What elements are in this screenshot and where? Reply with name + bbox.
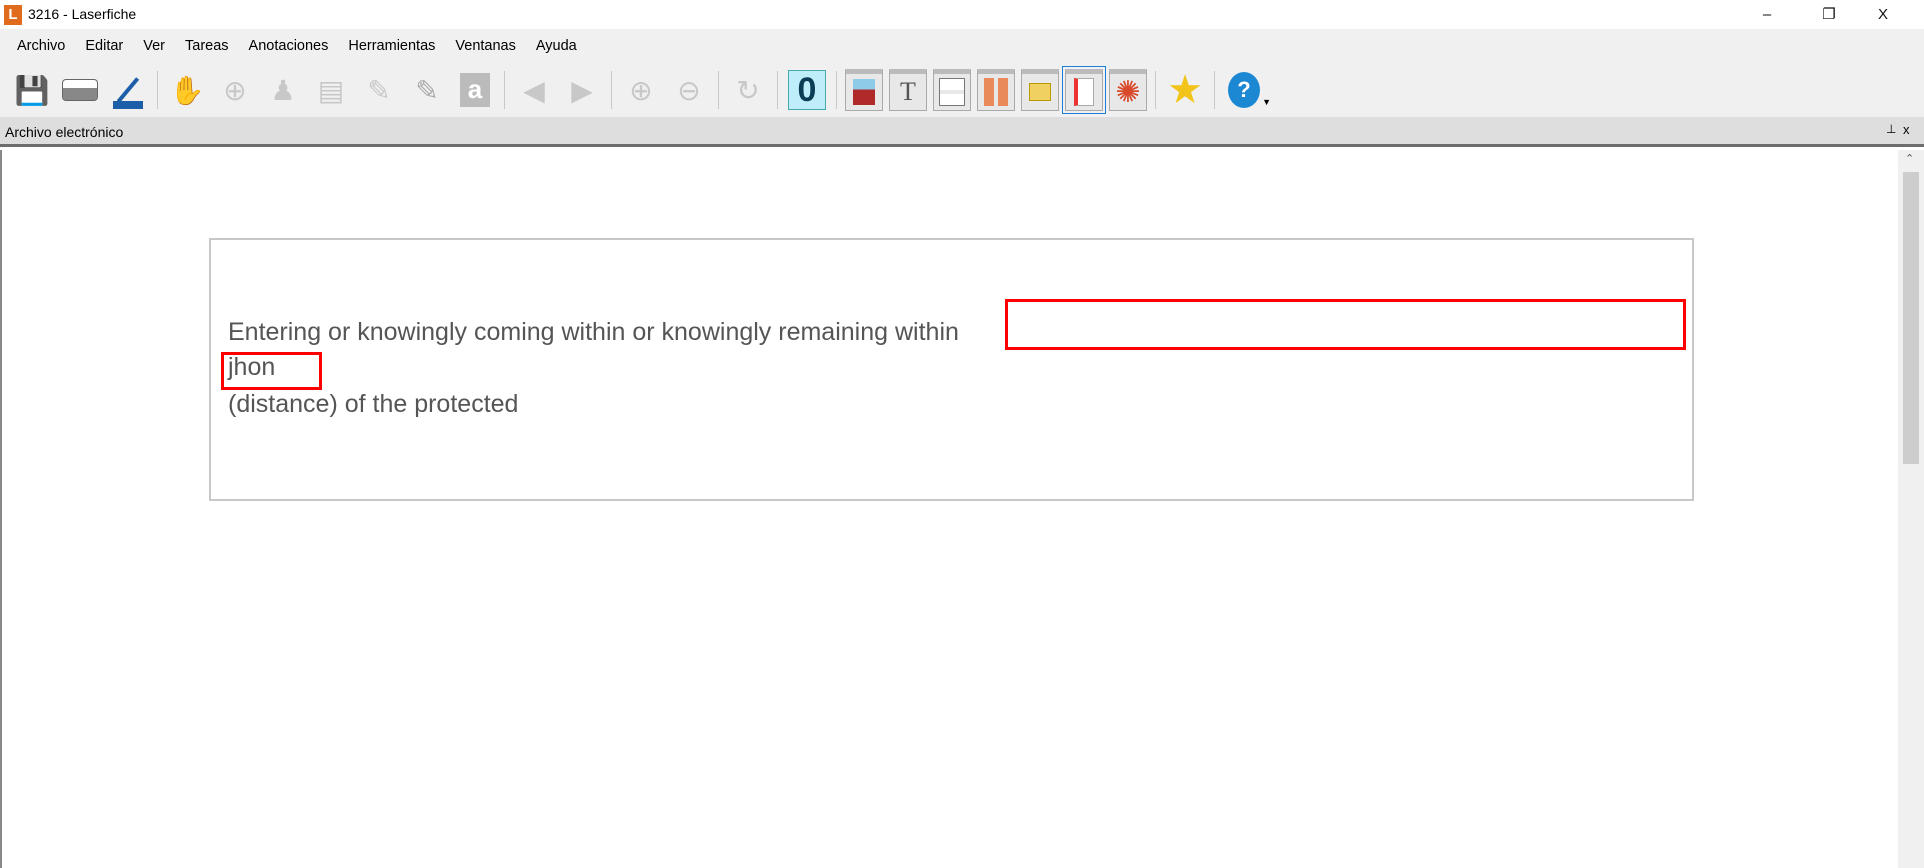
menu-anotaciones[interactable]: Anotaciones [239,38,339,54]
hand-icon[interactable]: ✋ [166,69,208,111]
scrollbar-thumb[interactable] [1903,172,1919,464]
window-title: 3216 - Laserfiche [28,6,137,22]
zoom-icon[interactable]: ⊕ [214,69,256,111]
menu-archivo[interactable]: Archivo [7,38,75,54]
stamp-icon[interactable]: ♟ [262,69,304,111]
menu-ver[interactable]: Ver [133,38,175,54]
save-icon[interactable]: 💾 [11,69,53,111]
document-page [209,238,1694,501]
panel-title: Archivo electrónico [5,124,124,140]
menu-tareas[interactable]: Tareas [175,38,239,54]
minimize-button[interactable]: – [1744,0,1790,29]
toolbar: 💾 ✋ ⊕ ♟ ▤ ✎ ✎ a ◀ ▶ ⊕ ⊖ ↻ 0 T ✺ ★ ? ▼ [0,63,1924,117]
restore-button[interactable]: ❐ [1806,0,1852,29]
redaction-highlight-box[interactable] [221,352,322,390]
laserfiche-logo-icon: L [4,5,22,25]
previous-page-icon[interactable]: ◀ [513,69,555,111]
print-icon[interactable] [59,69,101,111]
help-icon[interactable]: ? ▼ [1223,69,1271,111]
highlighter-icon[interactable]: ✎ [358,69,400,111]
annotations-pane-icon[interactable] [1021,69,1059,111]
menu-bar: Archivo Editar Ver Tareas Anotaciones He… [0,29,1924,63]
toolbar-separator [718,71,719,109]
next-page-icon[interactable]: ▶ [561,69,603,111]
toolbar-separator [504,71,505,109]
thumbnails-pane-icon[interactable] [977,69,1015,111]
text-pane-icon[interactable]: T [889,69,927,111]
close-button[interactable]: X [1860,0,1906,29]
document-text-line: (distance) of the protected [228,390,519,418]
menu-editar[interactable]: Editar [75,38,133,54]
image-pane-icon[interactable] [845,69,883,111]
settings-pane-icon[interactable]: ✺ [1109,69,1147,111]
pin-icon[interactable]: ⊥ [1886,122,1896,136]
ocr-icon[interactable]: 0 [786,69,828,111]
redaction-highlight-box[interactable] [1005,299,1686,350]
zoom-out-icon[interactable]: ⊖ [668,69,710,111]
toolbar-separator [157,71,158,109]
panel-close-button[interactable]: x [1903,122,1910,137]
menu-herramientas[interactable]: Herramientas [338,38,445,54]
favorites-star-icon[interactable]: ★ [1164,68,1206,112]
vertical-scrollbar[interactable]: ⌃ [1898,150,1924,868]
text-annotation-icon[interactable]: a [454,69,496,111]
document-text-line: Entering or knowingly coming within or k… [228,318,959,346]
panel-header: Archivo electrónico ⊥ x [0,117,1924,147]
menu-ventanas[interactable]: Ventanas [445,38,525,54]
rotate-icon[interactable]: ↻ [727,69,769,111]
metadata-pane-icon[interactable] [1062,66,1106,114]
pen-icon[interactable]: ✎ [406,69,448,111]
toolbar-separator [1155,71,1156,109]
sticky-note-icon[interactable]: ▤ [310,69,352,111]
zoom-in-icon[interactable]: ⊕ [620,69,662,111]
scan-icon[interactable] [107,69,149,111]
toolbar-separator [611,71,612,109]
toolbar-separator [777,71,778,109]
menu-ayuda[interactable]: Ayuda [526,38,587,54]
scroll-up-icon[interactable]: ⌃ [1905,152,1914,165]
toolbar-separator [1214,71,1215,109]
title-bar: L 3216 - Laserfiche – ❐ X [0,0,1924,29]
toolbar-separator [836,71,837,109]
fields-pane-icon[interactable] [933,69,971,111]
